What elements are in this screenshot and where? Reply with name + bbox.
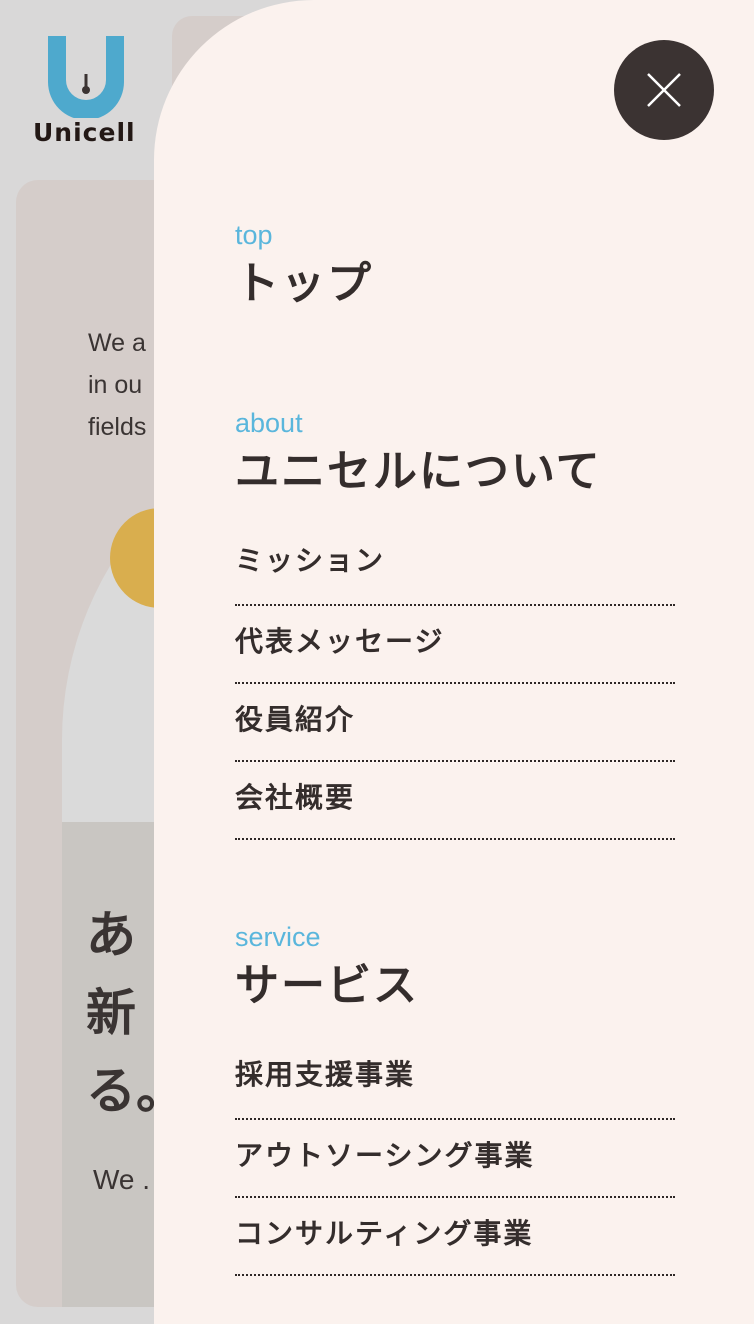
menu-section-en-label[interactable]: about [235, 408, 675, 438]
close-menu-button[interactable] [614, 40, 714, 140]
menu-item-outsourcing[interactable]: アウトソーシング事業 [235, 1120, 675, 1198]
menu-item-recruiting-support[interactable]: 採用支援事業 [235, 1036, 675, 1120]
menu-section-about: about ユニセルについて ミッション 代表メッセージ 役員紹介 会社概要 [235, 408, 675, 840]
menu-section-top: top トップ [235, 220, 675, 314]
service-submenu: 採用支援事業 アウトソーシング事業 コンサルティング事業 [235, 1036, 675, 1276]
menu-link-about[interactable]: ユニセルについて [235, 442, 675, 502]
menu-item-mission[interactable]: ミッション [235, 522, 675, 606]
menu-section-en-label[interactable]: service [235, 922, 675, 952]
unicell-logo[interactable]: Unicell [33, 34, 139, 147]
menu-section-en-label[interactable]: top [235, 220, 675, 250]
about-submenu: ミッション 代表メッセージ 役員紹介 会社概要 [235, 522, 675, 840]
menu-item-ceo-message[interactable]: 代表メッセージ [235, 606, 675, 684]
close-icon [647, 73, 681, 107]
menu-item-consulting[interactable]: コンサルティング事業 [235, 1198, 675, 1276]
menu-link-top[interactable]: トップ [235, 254, 675, 314]
menu-item-company-profile[interactable]: 会社概要 [235, 762, 675, 840]
menu-link-service[interactable]: サービス [235, 956, 675, 1016]
hero-subtext: We . [93, 1164, 151, 1195]
logo-wordmark: Unicell [33, 118, 136, 147]
logo-u-mark [48, 36, 124, 120]
menu-section-service: service サービス 採用支援事業 アウトソーシング事業 コンサルティング事… [235, 922, 675, 1276]
menu-item-executives[interactable]: 役員紹介 [235, 684, 675, 762]
